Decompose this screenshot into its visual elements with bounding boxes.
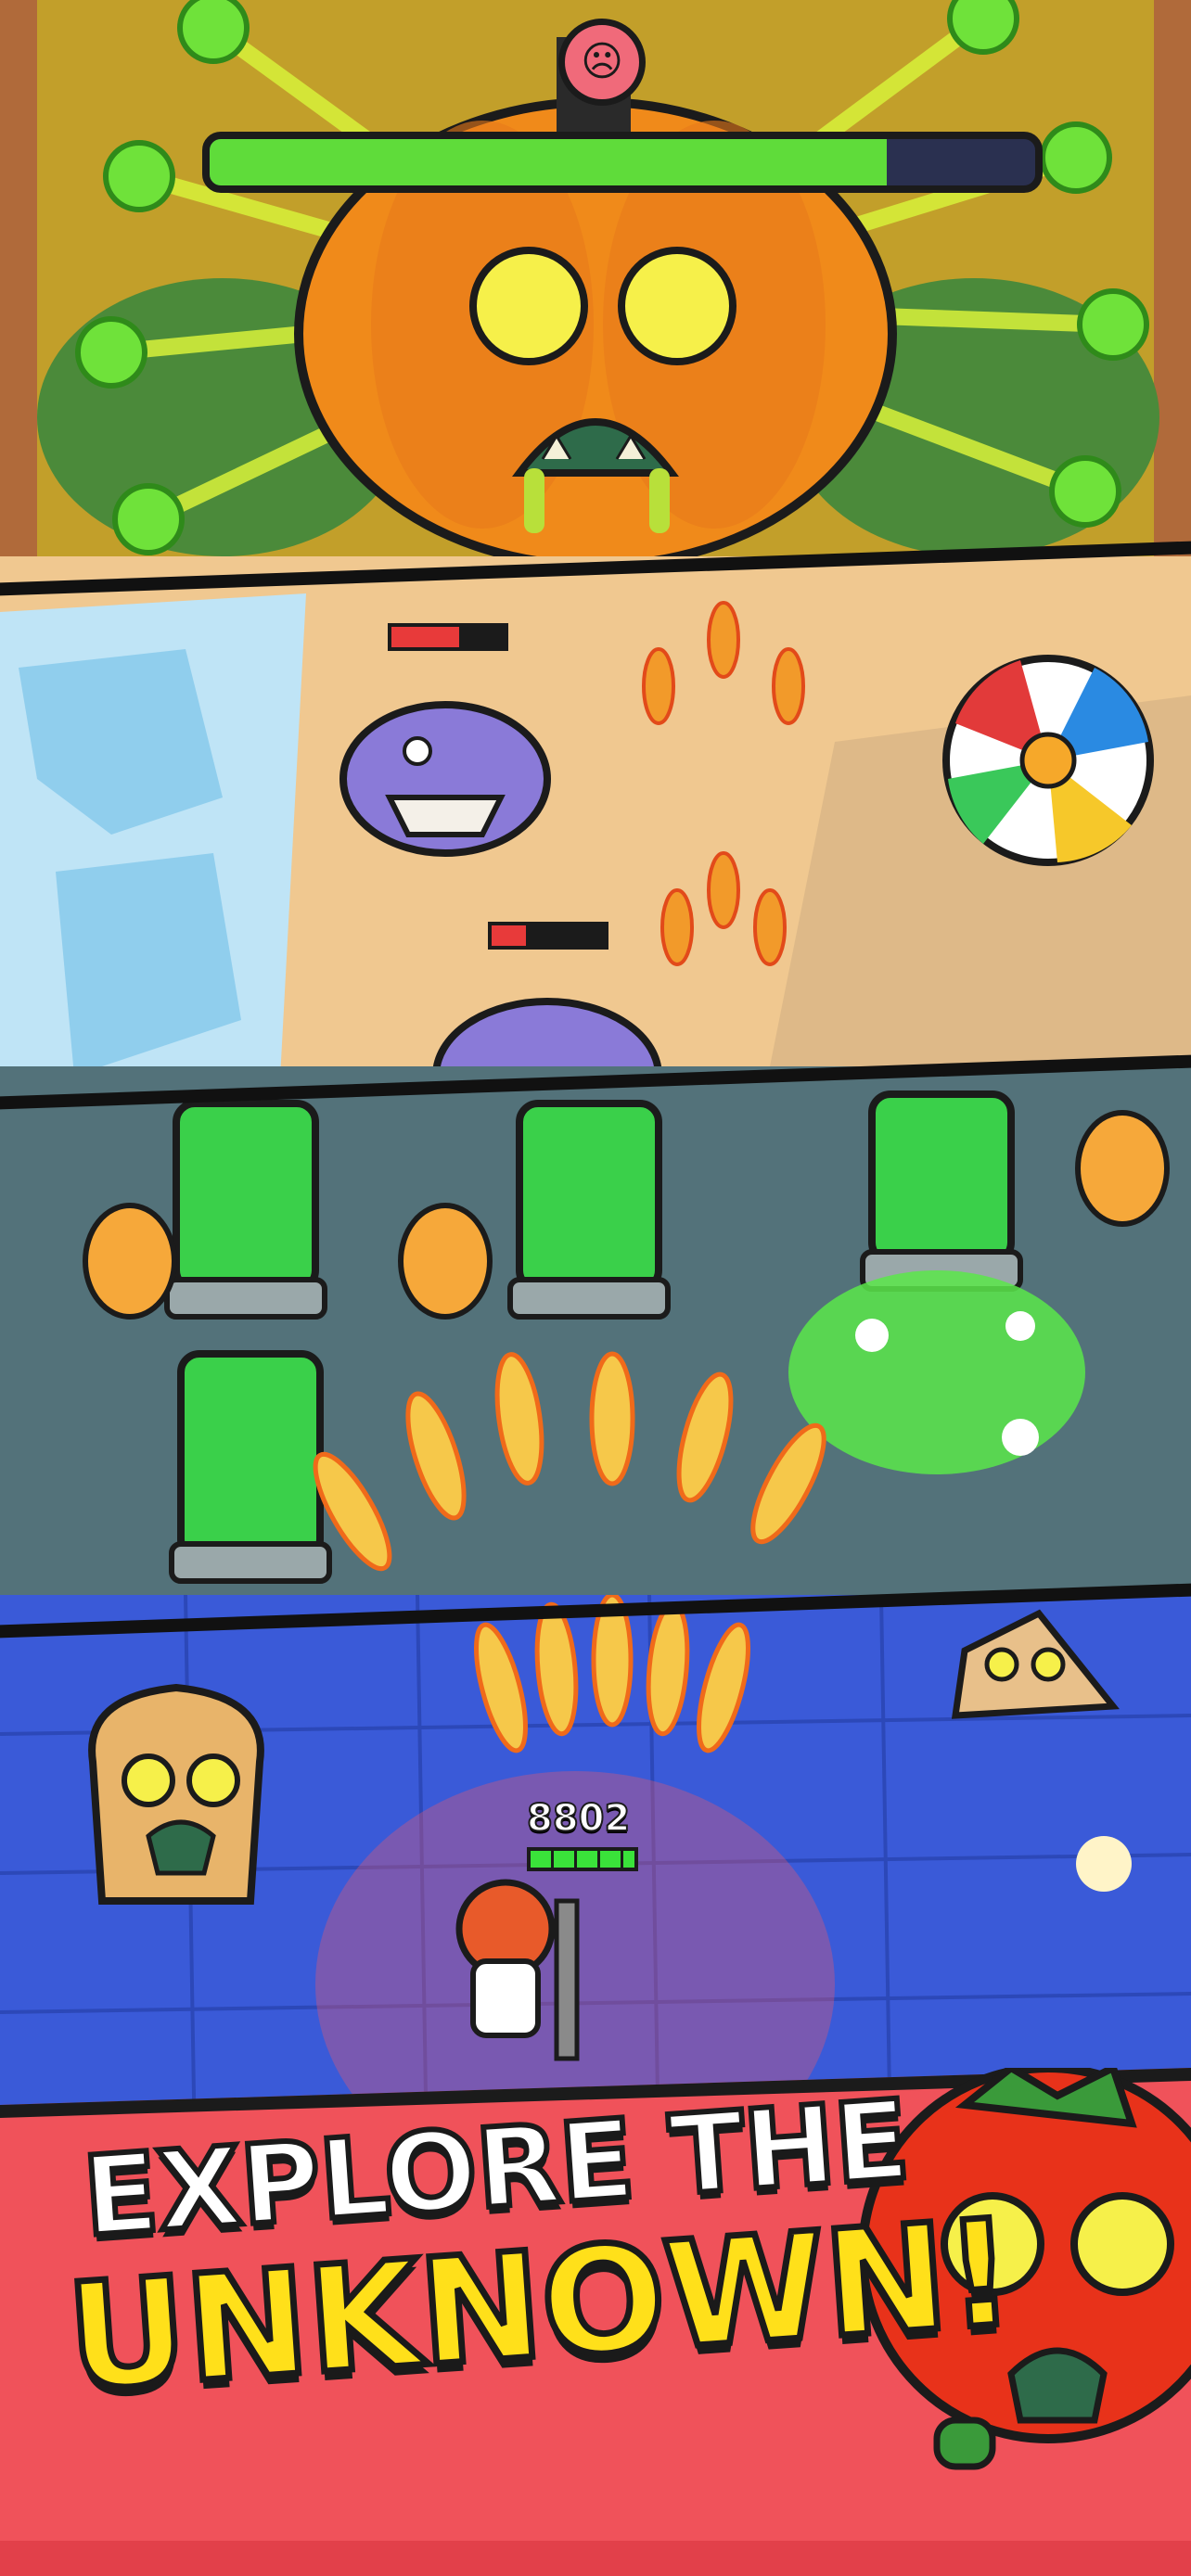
shark-health-fill	[391, 627, 460, 647]
player-score: 8802	[526, 1796, 631, 1841]
boss-health-bar	[202, 132, 1043, 193]
sandwich-monster	[88, 1683, 264, 1905]
shark-health-bar	[488, 922, 608, 950]
boss-health-fill	[210, 139, 887, 185]
beach-ball-icon	[942, 655, 1154, 866]
shark-health-fill	[492, 925, 526, 946]
shark-health-bar	[388, 623, 508, 651]
game-screenshot: ☹ 8802 EXPLORE THE UNKNOWN!	[0, 0, 1191, 2576]
lab-scene	[0, 1066, 1191, 1641]
beach-scene	[0, 556, 1191, 1113]
player-health-fill	[531, 1851, 634, 1868]
shark-enemy	[339, 701, 551, 857]
angry-face-icon: ☹	[558, 19, 646, 106]
player-health-bar	[527, 1847, 638, 1871]
promo-banner: EXPLORE THE UNKNOWN!	[0, 2068, 1191, 2576]
player-character	[455, 1879, 580, 2061]
energy-orb	[1076, 1836, 1132, 1892]
boss-scene: ☹	[0, 0, 1191, 593]
banner-pattern	[0, 2541, 1191, 2576]
slime-splat	[788, 1270, 1085, 1474]
